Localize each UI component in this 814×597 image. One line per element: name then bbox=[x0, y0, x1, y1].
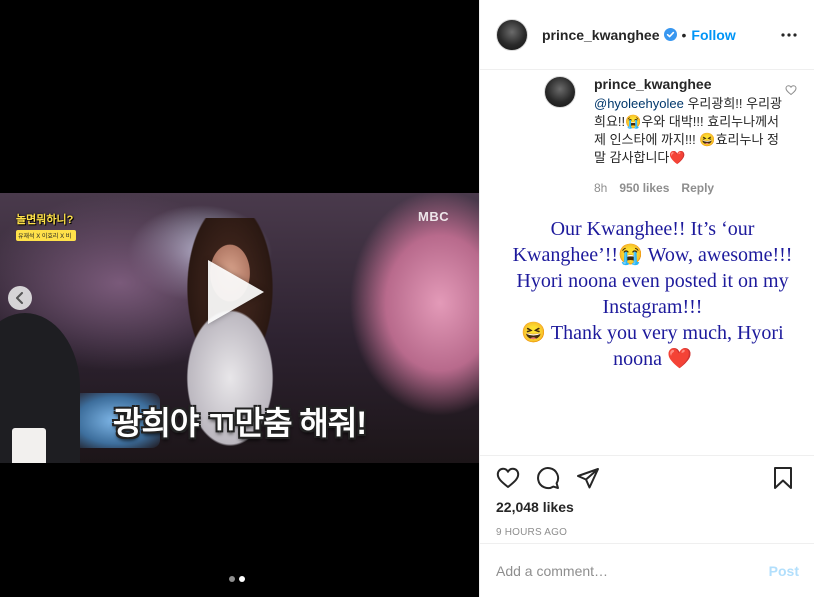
carousel-dot-active bbox=[239, 576, 245, 582]
post-media: 놀면뭐하니? 유재석 X 이효리 X 비 MBC 광희야 ㄲ만춤 해줘! bbox=[0, 0, 479, 597]
more-options-button[interactable] bbox=[780, 26, 798, 44]
reply-button[interactable]: Reply bbox=[681, 181, 714, 195]
likes-count[interactable]: 22,048 likes bbox=[496, 499, 799, 515]
comment-mention[interactable]: @hyoleehyolee bbox=[594, 96, 684, 111]
translation-overlay: Our Kwanghee!! It’s ‘our Kwanghee’!!😭 Wo… bbox=[510, 216, 795, 372]
bookmark-icon bbox=[774, 467, 792, 489]
show-logo-subtitle: 유재석 X 이효리 X 비 bbox=[16, 230, 76, 241]
save-button[interactable] bbox=[771, 466, 795, 490]
emoji-crying: 😭 bbox=[625, 114, 642, 129]
translation-line: Thank you very much, Hyori noona bbox=[546, 322, 784, 370]
show-logo: 놀면뭐하니? 유재석 X 이효리 X 비 bbox=[16, 211, 80, 247]
share-button[interactable] bbox=[576, 466, 600, 490]
video-player[interactable]: 놀면뭐하니? 유재석 X 이효리 X 비 MBC 광희야 ㄲ만춤 해줘! bbox=[0, 193, 479, 463]
comment-input[interactable] bbox=[496, 562, 769, 579]
carousel-previous-button[interactable] bbox=[8, 286, 32, 310]
header-separator: • bbox=[681, 26, 687, 43]
add-comment-bar: Post bbox=[480, 543, 814, 597]
chevron-left-icon bbox=[16, 292, 23, 304]
show-logo-title: 놀면뭐하니? bbox=[16, 214, 74, 226]
video-caption: 광희야 ㄲ만춤 해줘! bbox=[113, 405, 367, 441]
emoji-heart: ❤️ bbox=[666, 348, 692, 370]
comment-button[interactable] bbox=[536, 466, 560, 490]
more-horizontal-icon bbox=[781, 32, 797, 37]
comment-icon bbox=[537, 467, 560, 490]
emoji-laughing: 😆 bbox=[699, 132, 716, 147]
comment-body: prince_kwanghee @hyoleehyolee 우리광희!! 우리광… bbox=[594, 76, 784, 195]
play-icon[interactable] bbox=[208, 260, 264, 324]
comment-username[interactable]: prince_kwanghee bbox=[594, 76, 784, 92]
post-header: prince_kwanghee • Follow bbox=[480, 0, 814, 70]
comment: prince_kwanghee @hyoleehyolee 우리광희!! 우리광… bbox=[544, 76, 804, 195]
emoji-crying: 😭 bbox=[618, 244, 643, 266]
comment-time[interactable]: 8h bbox=[594, 181, 607, 195]
comment-avatar[interactable] bbox=[544, 76, 576, 108]
comment-like-heart-icon[interactable] bbox=[785, 84, 797, 96]
avatar[interactable] bbox=[496, 18, 528, 51]
emoji-heart: ❤️ bbox=[669, 150, 686, 165]
like-button[interactable] bbox=[496, 466, 520, 490]
verified-badge-icon bbox=[663, 28, 677, 41]
comment-likes[interactable]: 950 likes bbox=[619, 181, 669, 195]
follow-button[interactable]: Follow bbox=[691, 27, 735, 43]
comment-meta: 8h 950 likes Reply bbox=[594, 181, 784, 195]
carousel-dot bbox=[229, 576, 235, 582]
action-icons bbox=[496, 461, 799, 495]
carousel-dots bbox=[229, 576, 245, 582]
post-timestamp[interactable]: 9 HOURS AGO bbox=[496, 527, 799, 538]
header-username[interactable]: prince_kwanghee bbox=[542, 27, 660, 43]
post-panel: prince_kwanghee • Follow prince_kwanghee… bbox=[479, 0, 814, 597]
post-button[interactable]: Post bbox=[769, 563, 799, 579]
channel-logo: MBC bbox=[418, 209, 450, 224]
heart-icon bbox=[496, 467, 520, 488]
share-icon bbox=[577, 468, 599, 489]
post-actions: 22,048 likes 9 HOURS AGO bbox=[480, 455, 814, 538]
comment-text: @hyoleehyolee 우리광희!! 우리광희요!!😭우와 대박!!! 효리… bbox=[594, 95, 784, 167]
emoji-laughing: 😆 bbox=[521, 322, 547, 344]
comments-section: prince_kwanghee @hyoleehyolee 우리광희!! 우리광… bbox=[480, 70, 814, 455]
